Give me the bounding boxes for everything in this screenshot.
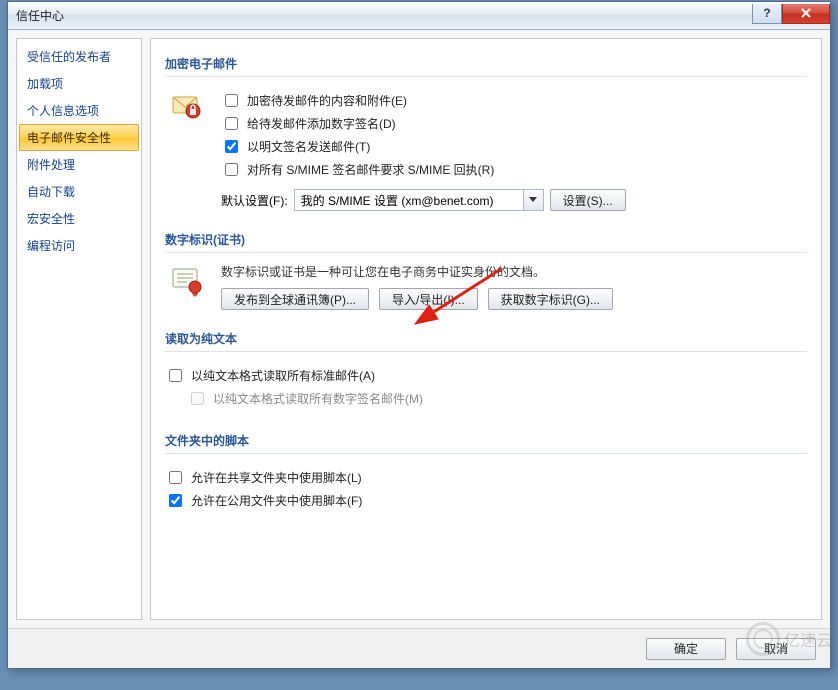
section-plain-title: 读取为纯文本 — [165, 324, 807, 352]
close-button[interactable] — [782, 4, 830, 24]
add-signature-checkbox[interactable] — [225, 117, 238, 130]
smime-receipt-label: 对所有 S/MIME 签名邮件要求 S/MIME 回执(R) — [247, 161, 494, 178]
envelope-lock-icon — [165, 87, 209, 211]
scripts-public-label: 允许在公用文件夹中使用脚本(F) — [191, 492, 362, 509]
settings-button[interactable]: 设置(S)... — [550, 189, 626, 211]
sidebar: 受信任的发布者 加载项 个人信息选项 电子邮件安全性 附件处理 自动下载 宏安全… — [16, 38, 142, 620]
sidebar-item-macro-security[interactable]: 宏安全性 — [19, 205, 139, 232]
cleartext-sign-checkbox[interactable] — [225, 140, 238, 153]
scripts-public-checkbox[interactable] — [169, 494, 182, 507]
watermark-text: 亿速云 — [784, 627, 832, 651]
watermark: 亿速云 — [746, 622, 832, 656]
trust-center-dialog: 信任中心 ? 受信任的发布者 加载项 个人信息选项 电子邮件安全性 附件处理 自… — [7, 1, 831, 669]
window-title: 信任中心 — [16, 7, 64, 24]
sidebar-item-privacy[interactable]: 个人信息选项 — [19, 97, 139, 124]
sidebar-item-auto-download[interactable]: 自动下载 — [19, 178, 139, 205]
main-panel: 加密电子邮件 加密待发邮件的内容和附件(E) 给待发邮件添加数字签名(D) 以明… — [150, 38, 822, 620]
sidebar-item-email-security[interactable]: 电子邮件安全性 — [19, 124, 139, 151]
get-digital-id-button[interactable]: 获取数字标识(G)... — [488, 288, 613, 310]
plain-signed-label: 以纯文本格式读取所有数字签名邮件(M) — [213, 390, 423, 407]
default-settings-label: 默认设置(F): — [221, 192, 288, 209]
plain-standard-checkbox[interactable] — [169, 369, 182, 382]
sidebar-item-trusted-publishers[interactable]: 受信任的发布者 — [19, 43, 139, 70]
svg-text:?: ? — [763, 8, 770, 18]
help-button[interactable]: ? — [752, 4, 782, 24]
combo-dropdown-button[interactable] — [524, 189, 544, 211]
encrypt-content-checkbox[interactable] — [225, 94, 238, 107]
section-cert-title: 数字标识(证书) — [165, 225, 807, 253]
dialog-footer: 确定 取消 — [8, 628, 830, 668]
plain-standard-label: 以纯文本格式读取所有标准邮件(A) — [191, 367, 375, 384]
section-scripts-title: 文件夹中的脚本 — [165, 426, 807, 454]
sidebar-item-addins[interactable]: 加载项 — [19, 70, 139, 97]
smime-receipt-checkbox[interactable] — [225, 163, 238, 176]
plain-signed-checkbox — [191, 392, 204, 405]
encrypt-content-label: 加密待发邮件的内容和附件(E) — [247, 92, 407, 109]
cleartext-sign-label: 以明文签名发送邮件(T) — [247, 138, 370, 155]
import-export-button[interactable]: 导入/导出(I)... — [379, 288, 478, 310]
publish-gal-button[interactable]: 发布到全球通讯簿(P)... — [221, 288, 369, 310]
certificate-icon — [165, 263, 209, 310]
ok-button[interactable]: 确定 — [646, 638, 726, 660]
scripts-shared-checkbox[interactable] — [169, 471, 182, 484]
sidebar-item-attachment-handling[interactable]: 附件处理 — [19, 151, 139, 178]
titlebar[interactable]: 信任中心 ? — [8, 2, 830, 30]
scripts-shared-label: 允许在共享文件夹中使用脚本(L) — [191, 469, 362, 486]
sidebar-item-programmatic-access[interactable]: 编程访问 — [19, 232, 139, 259]
section-encrypt-title: 加密电子邮件 — [165, 49, 807, 77]
add-signature-label: 给待发邮件添加数字签名(D) — [247, 115, 396, 132]
cert-description: 数字标识或证书是一种可让您在电子商务中证实身份的文档。 — [221, 263, 807, 280]
default-settings-combo[interactable]: 我的 S/MIME 设置 (xm@benet.com) — [294, 189, 524, 211]
